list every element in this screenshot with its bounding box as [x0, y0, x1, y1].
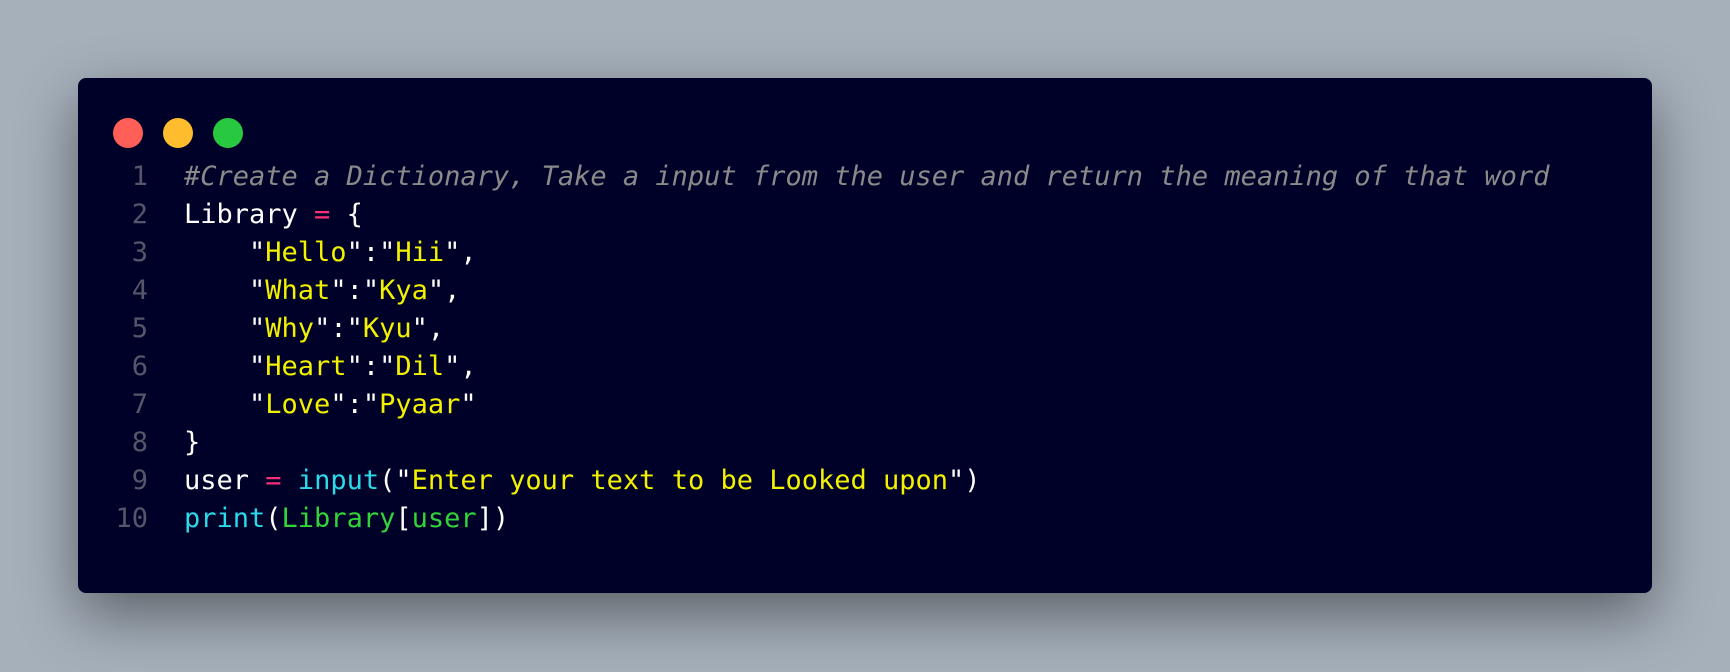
minimize-dot-icon [163, 118, 193, 148]
code-token: " [460, 389, 477, 420]
code-line: 10 print(Library[user]) [78, 500, 1652, 538]
line-number: 5 [131, 313, 148, 344]
code-token: ":" [346, 351, 396, 382]
code-token: [ [395, 503, 412, 534]
close-dot-icon [113, 118, 143, 148]
code-token: Pyaar [379, 389, 461, 420]
code-token: Hii [395, 237, 445, 268]
code-token: Why [265, 313, 315, 344]
code-text: user = input("Enter your text to be Look… [148, 462, 981, 500]
code-line: 8} [78, 424, 1652, 462]
maximize-dot-icon [213, 118, 243, 148]
code-token: #Create a Dictionary, Take a input from … [184, 161, 1550, 192]
code-text: } [148, 424, 200, 462]
code-line: 2 Library = { [78, 196, 1652, 234]
line-number: 1 [131, 161, 148, 192]
code-token: ", [427, 275, 461, 306]
line-number: 8 [131, 427, 148, 458]
line-number: 6 [131, 351, 148, 382]
code-line: 3 "Hello":"Hii", [78, 234, 1652, 272]
code-token: ", [444, 237, 477, 268]
code-token: user [411, 503, 477, 534]
code-token: = [265, 465, 282, 496]
code-line: 7 "Love":"Pyaar" [78, 386, 1652, 424]
code-text: "Heart":"Dil", [148, 348, 477, 386]
code-token: = [314, 199, 331, 230]
code-token: " [184, 275, 266, 306]
code-text: "Love":"Pyaar" [148, 386, 477, 424]
code-token: ", [444, 351, 477, 382]
code-token: Hello [265, 237, 347, 268]
code-line: 6 "Heart":"Dil", [78, 348, 1652, 386]
code-token: " [184, 237, 266, 268]
code-line: 4 "What":"Kya", [78, 272, 1652, 310]
line-number: 7 [131, 389, 148, 420]
code-text: #Create a Dictionary, Take a input from … [148, 158, 1549, 196]
code-token: " [184, 313, 266, 344]
code-token: ", [411, 313, 445, 344]
code-token: " [184, 389, 266, 420]
code-text: Library = { [148, 196, 363, 234]
code-token: ":" [330, 389, 380, 420]
code-token: ":" [346, 237, 396, 268]
code-token: ") [948, 465, 981, 496]
line-number: 4 [131, 275, 148, 306]
code-token: Heart [265, 351, 347, 382]
code-text: "What":"Kya", [148, 272, 460, 310]
code-token: user [184, 465, 266, 496]
code-window: 1 #Create a Dictionary, Take a input from… [78, 78, 1652, 593]
code-token: What [265, 275, 331, 306]
code-text: print(Library[user]) [148, 500, 509, 538]
code-block: 1 #Create a Dictionary, Take a input from… [78, 158, 1652, 538]
code-token: Library [281, 503, 396, 534]
code-line: 5 "Why":"Kyu", [78, 310, 1652, 348]
code-text: "Why":"Kyu", [148, 310, 444, 348]
code-token: ":" [330, 275, 380, 306]
code-token: input [297, 465, 380, 496]
code-token: ]) [476, 503, 510, 534]
code-line: 9 user = input("Enter your text to be Loo… [78, 462, 1652, 500]
code-token: " [184, 351, 266, 382]
code-token: } [184, 427, 201, 458]
code-token: ":" [314, 313, 363, 344]
code-token: Kyu [362, 313, 412, 344]
code-token: Love [265, 389, 331, 420]
line-number: 10 [115, 503, 148, 534]
line-number: 2 [131, 199, 148, 230]
window-controls [113, 118, 263, 148]
code-text: "Hello":"Hii", [148, 234, 477, 272]
code-token: Dil [395, 351, 445, 382]
line-number: 9 [131, 465, 148, 496]
code-token: { [330, 199, 363, 230]
code-line: 1 #Create a Dictionary, Take a input from… [78, 158, 1652, 196]
code-token: (" [379, 465, 412, 496]
code-token: ( [265, 503, 282, 534]
line-number: 3 [131, 237, 148, 268]
code-token: print [184, 503, 266, 534]
code-token: Enter your text to be Looked upon [411, 465, 949, 496]
code-token: Kya [379, 275, 428, 306]
code-token: Library [184, 199, 315, 230]
